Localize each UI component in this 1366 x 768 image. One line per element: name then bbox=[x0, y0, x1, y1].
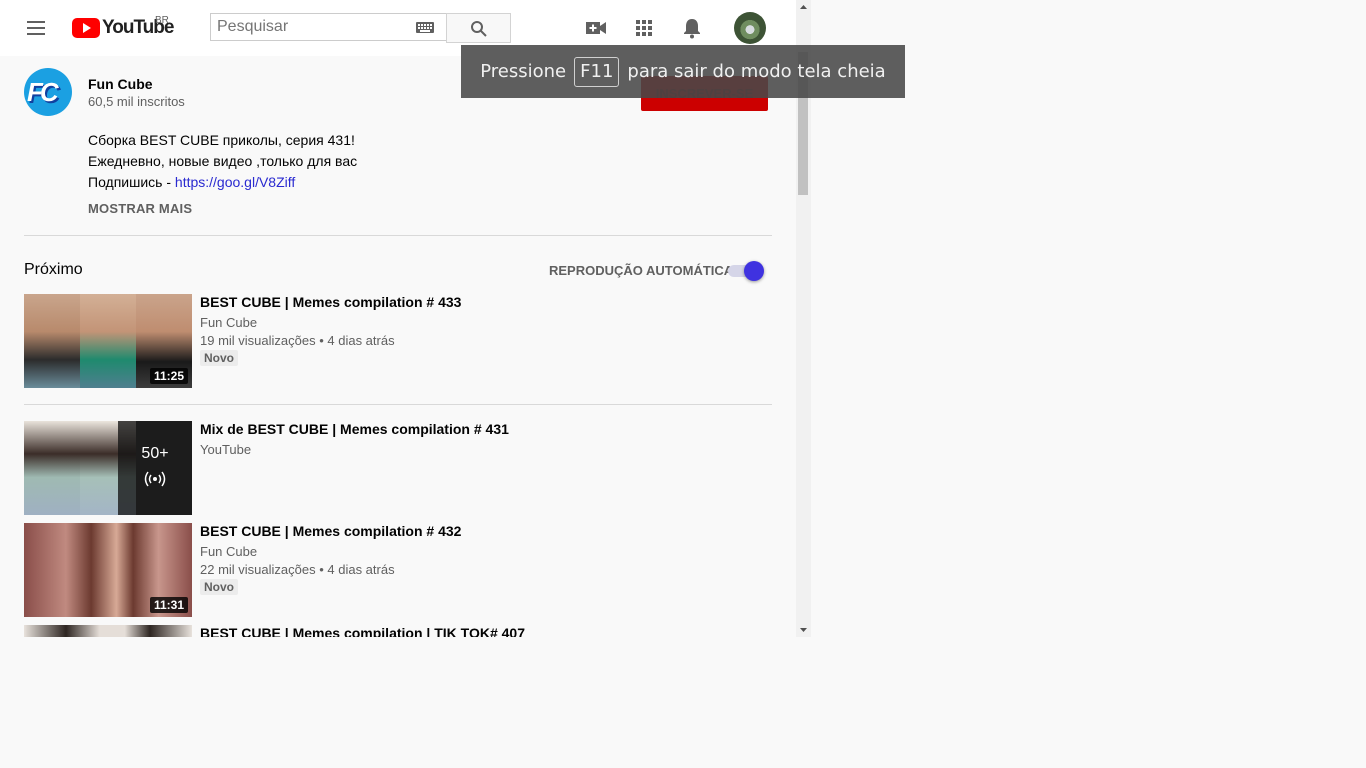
youtube-logo[interactable]: YouTube BR bbox=[72, 15, 174, 39]
list-item[interactable]: 50+ Mix de BEST CUBE | Memes compilation… bbox=[24, 421, 772, 515]
country-code: BR bbox=[155, 15, 169, 26]
video-thumbnail[interactable]: 11:25 bbox=[24, 294, 192, 388]
description-link[interactable]: https://goo.gl/V8Ziff bbox=[175, 174, 295, 190]
new-badge: Novo bbox=[200, 579, 238, 595]
create-video-icon[interactable] bbox=[584, 16, 608, 40]
video-thumbnail[interactable] bbox=[24, 625, 192, 637]
keyboard-icon[interactable] bbox=[416, 22, 434, 33]
video-title[interactable]: BEST CUBE | Memes compilation # 432 bbox=[200, 523, 461, 539]
video-thumbnail[interactable]: 11:31 bbox=[24, 523, 192, 617]
autoplay-toggle[interactable] bbox=[728, 261, 764, 281]
video-title[interactable]: BEST CUBE | Memes compilation # 433 bbox=[200, 294, 461, 310]
channel-avatar-text: FC bbox=[27, 77, 59, 107]
video-description: Сборка BEST CUBE приколы, серия 431! Еже… bbox=[88, 130, 357, 193]
live-broadcast-icon bbox=[144, 471, 166, 487]
description-text: Подпишись - bbox=[88, 174, 175, 190]
toggle-knob bbox=[744, 261, 764, 281]
scroll-up-arrow-icon[interactable] bbox=[796, 0, 811, 15]
divider bbox=[24, 235, 772, 236]
list-item[interactable]: BEST CUBE | Memes compilation | TIK TOK#… bbox=[24, 625, 772, 637]
subscriber-count: 60,5 mil inscritos bbox=[88, 94, 185, 109]
video-title[interactable]: BEST CUBE | Memes compilation | TIK TOK#… bbox=[200, 625, 525, 637]
notifications-icon[interactable] bbox=[680, 16, 704, 40]
video-title[interactable]: Mix de BEST CUBE | Memes compilation # 4… bbox=[200, 421, 509, 437]
video-channel[interactable]: Fun Cube bbox=[200, 544, 257, 559]
mix-thumbnail[interactable]: 50+ bbox=[24, 421, 192, 515]
fullscreen-notice: Pressione F11 para sair do modo tela che… bbox=[461, 45, 905, 98]
video-duration: 11:25 bbox=[149, 368, 188, 384]
description-line: Подпишись - https://goo.gl/V8Ziff bbox=[88, 172, 357, 193]
apps-icon[interactable] bbox=[632, 16, 656, 40]
divider bbox=[24, 404, 772, 405]
new-badge: Novo bbox=[200, 350, 238, 366]
video-channel[interactable]: YouTube bbox=[200, 442, 251, 457]
fullscreen-notice-suffix: para sair do modo tela cheia bbox=[627, 61, 886, 82]
youtube-play-icon bbox=[72, 18, 100, 38]
fullscreen-notice-prefix: Pressione bbox=[480, 61, 567, 82]
video-meta: 22 mil visualizações • 4 dias atrás bbox=[200, 562, 395, 577]
channel-name[interactable]: Fun Cube bbox=[88, 76, 153, 92]
description-line: Сборка BEST CUBE приколы, серия 431! bbox=[88, 132, 355, 148]
search-input[interactable] bbox=[211, 14, 423, 40]
search-button[interactable] bbox=[446, 13, 511, 43]
list-item[interactable]: 11:31 BEST CUBE | Memes compilation # 43… bbox=[24, 523, 772, 617]
show-more-button[interactable]: MOSTRAR MAIS bbox=[88, 201, 192, 216]
video-duration: 11:31 bbox=[149, 597, 188, 613]
menu-icon[interactable] bbox=[24, 18, 48, 38]
up-next-title: Próximo bbox=[24, 261, 83, 278]
video-meta: 19 mil visualizações • 4 dias atrás bbox=[200, 333, 395, 348]
scroll-down-arrow-icon[interactable] bbox=[796, 622, 811, 637]
f11-key: F11 bbox=[574, 56, 620, 87]
channel-avatar[interactable]: FC bbox=[24, 68, 72, 116]
avatar[interactable] bbox=[734, 12, 766, 44]
description-line: Ежедневно, новые видео ,только для вас bbox=[88, 153, 358, 169]
search-icon bbox=[471, 21, 487, 37]
search-box bbox=[210, 13, 446, 41]
list-item[interactable]: 11:25 BEST CUBE | Memes compilation # 43… bbox=[24, 294, 772, 388]
video-channel[interactable]: Fun Cube bbox=[200, 315, 257, 330]
autoplay-label: REPRODUÇÃO AUTOMÁTICA bbox=[549, 263, 734, 278]
mix-count: 50+ bbox=[141, 445, 169, 462]
mix-overlay: 50+ bbox=[118, 421, 192, 515]
